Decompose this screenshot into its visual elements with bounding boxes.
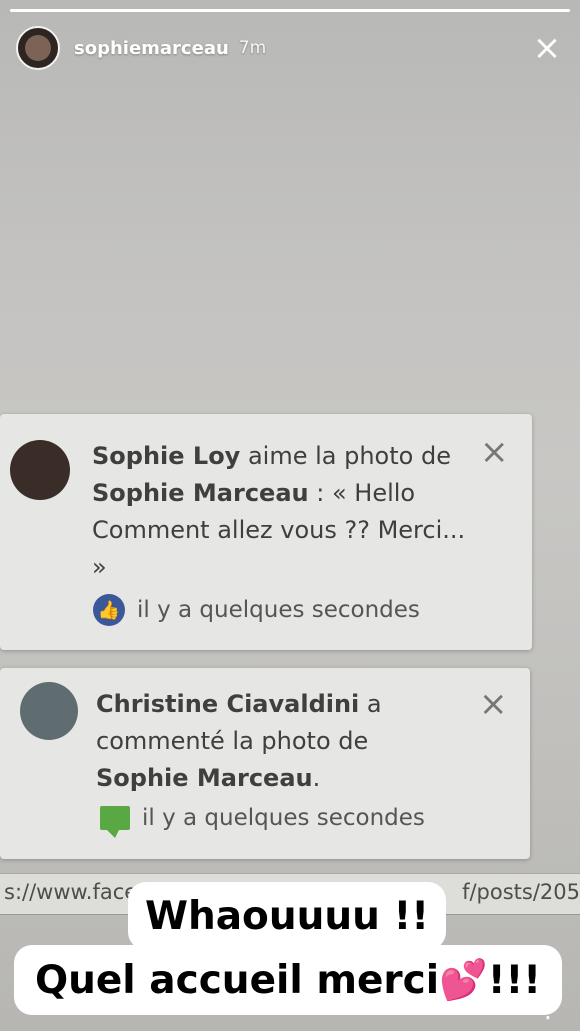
url-start: s://www.face	[4, 880, 138, 904]
comment-icon	[100, 806, 130, 838]
notification-page: Sophie Marceau	[92, 479, 309, 507]
profile-avatar[interactable]	[16, 26, 60, 70]
story-header: sophiemarceau 7m ×	[16, 24, 564, 72]
notification-meta: 👍 il y a quelques secondes	[93, 594, 420, 626]
notification-name: Sophie Loy	[92, 442, 241, 470]
notification-text: Sophie Loy aime la photo de Sophie Marce…	[92, 438, 472, 586]
dismiss-icon[interactable]: ×	[479, 687, 508, 721]
story-time: 7m	[238, 38, 267, 58]
avatar-image	[25, 35, 51, 61]
story-progress-fill	[10, 9, 570, 12]
notification-time: il y a quelques secondes	[137, 597, 420, 623]
notification-name: Christine Ciavaldini	[96, 690, 360, 718]
notification-text: Christine Ciavaldini a commenté la photo…	[96, 686, 456, 797]
dismiss-icon[interactable]: ×	[480, 435, 509, 469]
notification-end: .	[312, 764, 321, 792]
more-icon[interactable]: ⋮	[536, 995, 561, 1023]
username[interactable]: sophiemarceau	[74, 38, 229, 59]
notification-message: aime la photo de	[240, 442, 451, 470]
close-icon[interactable]: ×	[530, 31, 564, 65]
like-icon: 👍	[93, 594, 125, 626]
url-end: f/posts/205	[462, 880, 580, 904]
notification-meta: il y a quelques secondes	[100, 805, 425, 838]
caption-line-1: Whaouuuu !!	[128, 882, 446, 950]
notification-avatar	[20, 682, 78, 740]
notification-time: il y a quelques secondes	[142, 805, 425, 831]
story-progress-bar	[10, 9, 570, 12]
notification-avatar	[10, 440, 70, 500]
notification-page: Sophie Marceau	[96, 764, 313, 792]
send-icon[interactable]: ➤	[474, 985, 504, 1015]
